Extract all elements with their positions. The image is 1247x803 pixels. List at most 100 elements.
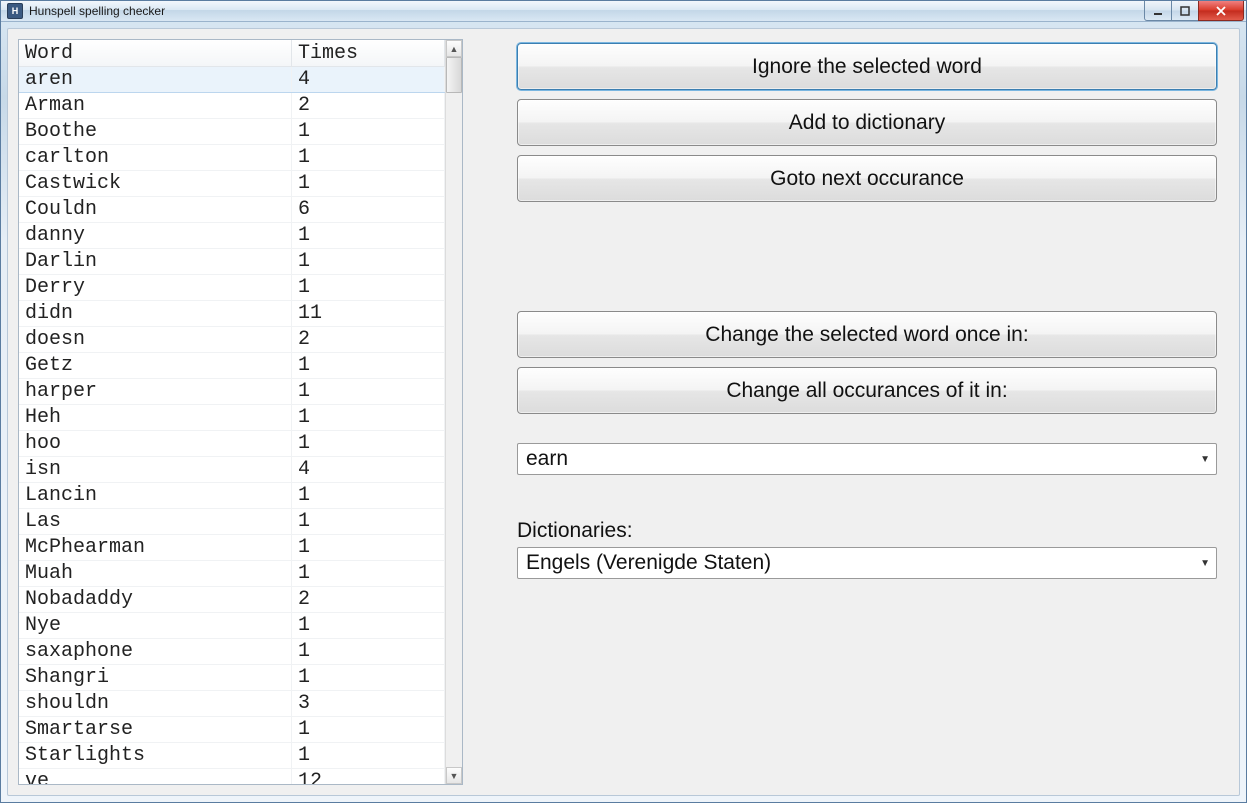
- word-cell: saxaphone: [19, 639, 292, 665]
- suggestion-combo[interactable]: earn ▼: [517, 443, 1217, 475]
- word-cell: Darlin: [19, 249, 292, 275]
- word-cell: Smartarse: [19, 717, 292, 743]
- times-cell: 1: [292, 613, 445, 639]
- table-row[interactable]: danny1: [19, 223, 445, 249]
- window-buttons: [1145, 1, 1244, 21]
- word-cell: Boothe: [19, 119, 292, 145]
- close-button[interactable]: [1198, 1, 1244, 21]
- table-row[interactable]: saxaphone1: [19, 639, 445, 665]
- words-table-container: Word Times aren4Arman2Boothe1carlton1Cas…: [18, 39, 463, 785]
- times-cell: 1: [292, 561, 445, 587]
- table-row[interactable]: doesn2: [19, 327, 445, 353]
- app-icon: H: [7, 3, 23, 19]
- scroll-down-button[interactable]: ▼: [446, 767, 462, 784]
- words-table[interactable]: Word Times aren4Arman2Boothe1carlton1Cas…: [19, 40, 445, 784]
- right-panel: Ignore the selected word Add to dictiona…: [463, 39, 1229, 785]
- add-dictionary-button-label: Add to dictionary: [789, 111, 945, 135]
- table-row[interactable]: aren4: [19, 67, 445, 93]
- change-all-button-label: Change all occurances of it in:: [726, 379, 1007, 403]
- goto-next-button-label: Goto next occurance: [770, 167, 964, 191]
- table-row[interactable]: Boothe1: [19, 119, 445, 145]
- word-cell: Heh: [19, 405, 292, 431]
- table-row[interactable]: Castwick1: [19, 171, 445, 197]
- times-cell: 1: [292, 743, 445, 769]
- dictionaries-label: Dictionaries:: [517, 519, 1217, 543]
- table-row[interactable]: McPhearman1: [19, 535, 445, 561]
- table-row[interactable]: Arman2: [19, 93, 445, 119]
- word-cell: Las: [19, 509, 292, 535]
- suggestion-value: earn: [526, 447, 1198, 471]
- times-cell: 2: [292, 587, 445, 613]
- word-cell: isn: [19, 457, 292, 483]
- table-row[interactable]: ve12: [19, 769, 445, 785]
- times-cell: 1: [292, 639, 445, 665]
- table-row[interactable]: harper1: [19, 379, 445, 405]
- vertical-scrollbar[interactable]: ▲ ▼: [445, 40, 462, 784]
- dropdown-icon: ▼: [1198, 454, 1212, 465]
- times-cell: 2: [292, 327, 445, 353]
- column-header-word[interactable]: Word: [19, 40, 292, 67]
- table-row[interactable]: Starlights1: [19, 743, 445, 769]
- table-row[interactable]: carlton1: [19, 145, 445, 171]
- dictionaries-combo[interactable]: Engels (Verenigde Staten) ▼: [517, 547, 1217, 579]
- table-row[interactable]: hoo1: [19, 431, 445, 457]
- add-dictionary-button[interactable]: Add to dictionary: [517, 99, 1217, 146]
- word-cell: hoo: [19, 431, 292, 457]
- change-all-button[interactable]: Change all occurances of it in:: [517, 367, 1217, 414]
- ignore-button[interactable]: Ignore the selected word: [517, 43, 1217, 90]
- times-cell: 1: [292, 405, 445, 431]
- times-cell: 1: [292, 223, 445, 249]
- word-cell: Getz: [19, 353, 292, 379]
- times-cell: 1: [292, 145, 445, 171]
- table-row[interactable]: Heh1: [19, 405, 445, 431]
- table-row[interactable]: shouldn3: [19, 691, 445, 717]
- times-cell: 1: [292, 535, 445, 561]
- maximize-button[interactable]: [1171, 1, 1199, 21]
- times-cell: 1: [292, 353, 445, 379]
- table-row[interactable]: didn11: [19, 301, 445, 327]
- scroll-thumb[interactable]: [446, 57, 462, 93]
- goto-next-button[interactable]: Goto next occurance: [517, 155, 1217, 202]
- times-cell: 1: [292, 717, 445, 743]
- times-cell: 1: [292, 249, 445, 275]
- titlebar[interactable]: H Hunspell spelling checker: [1, 1, 1246, 22]
- minimize-button[interactable]: [1144, 1, 1172, 21]
- times-cell: 12: [292, 769, 445, 785]
- times-cell: 4: [292, 67, 445, 93]
- table-row[interactable]: Lancin1: [19, 483, 445, 509]
- table-row[interactable]: Derry1: [19, 275, 445, 301]
- times-cell: 1: [292, 483, 445, 509]
- word-cell: Nobadaddy: [19, 587, 292, 613]
- table-row[interactable]: isn4: [19, 457, 445, 483]
- table-row[interactable]: Getz1: [19, 353, 445, 379]
- table-row[interactable]: Darlin1: [19, 249, 445, 275]
- table-row[interactable]: Muah1: [19, 561, 445, 587]
- word-cell: Derry: [19, 275, 292, 301]
- times-cell: 2: [292, 93, 445, 119]
- word-cell: harper: [19, 379, 292, 405]
- times-cell: 1: [292, 665, 445, 691]
- word-cell: Nye: [19, 613, 292, 639]
- word-cell: Muah: [19, 561, 292, 587]
- table-row[interactable]: Smartarse1: [19, 717, 445, 743]
- times-cell: 1: [292, 275, 445, 301]
- word-cell: didn: [19, 301, 292, 327]
- table-row[interactable]: Las1: [19, 509, 445, 535]
- table-row[interactable]: Nobadaddy2: [19, 587, 445, 613]
- word-cell: aren: [19, 67, 292, 93]
- scroll-track[interactable]: [446, 57, 462, 767]
- word-cell: Starlights: [19, 743, 292, 769]
- word-cell: Shangri: [19, 665, 292, 691]
- table-row[interactable]: Couldn6: [19, 197, 445, 223]
- column-header-times[interactable]: Times: [292, 40, 445, 67]
- word-cell: danny: [19, 223, 292, 249]
- table-row[interactable]: Nye1: [19, 613, 445, 639]
- table-row[interactable]: Shangri1: [19, 665, 445, 691]
- times-cell: 4: [292, 457, 445, 483]
- times-cell: 1: [292, 509, 445, 535]
- dictionaries-value: Engels (Verenigde Staten): [526, 551, 1198, 575]
- change-once-button[interactable]: Change the selected word once in:: [517, 311, 1217, 358]
- times-cell: 1: [292, 431, 445, 457]
- table-header-row[interactable]: Word Times: [19, 40, 445, 67]
- scroll-up-button[interactable]: ▲: [446, 40, 462, 57]
